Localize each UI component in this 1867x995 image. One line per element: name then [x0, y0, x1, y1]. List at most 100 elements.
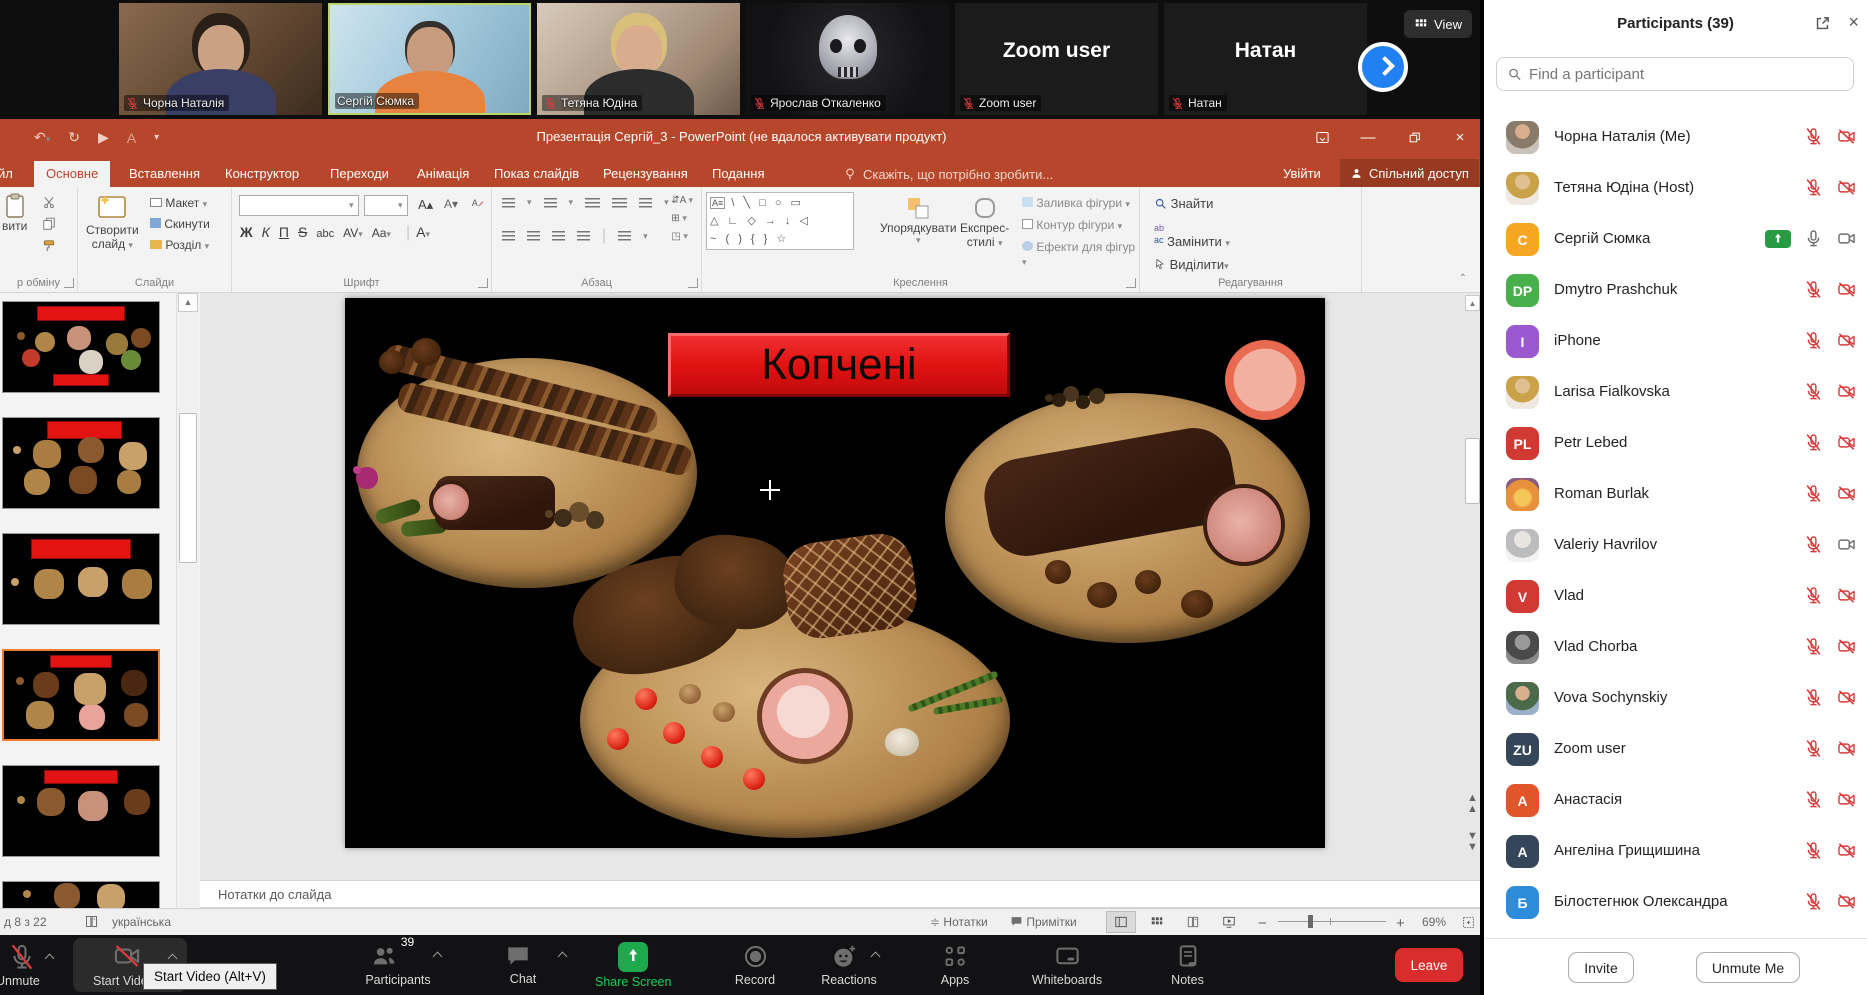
participant-row[interactable]: A Ангеліна Грищишина — [1484, 826, 1867, 877]
participant-row[interactable]: DP Dmytro Prashchuk — [1484, 265, 1867, 316]
participant-row[interactable]: Тетяна Юдіна (Host) — [1484, 163, 1867, 214]
clear-formatting-button[interactable]: A — [470, 196, 485, 211]
text-shadow-button[interactable]: abc — [316, 228, 334, 240]
language-status[interactable]: українська — [112, 915, 171, 929]
decrease-indent-button[interactable] — [585, 198, 600, 208]
video-tile[interactable]: Тетяна Юдіна — [537, 3, 740, 115]
close-icon[interactable]: × — [1848, 12, 1859, 33]
align-right-button[interactable] — [552, 231, 565, 241]
unmute-button[interactable]: Unmute — [4, 943, 40, 988]
shapes-gallery[interactable]: A≡ \ ╲ □ ○ ▭△ ∟ ◇ → ↓ ◁~ ( ) { } ☆ ▴▾≡ — [706, 192, 854, 250]
invite-button[interactable]: Invite — [1568, 952, 1634, 983]
tab-file[interactable]: йл — [0, 161, 25, 187]
collapse-ribbon-button[interactable]: ⌃ — [1459, 273, 1467, 284]
tab-slideshow[interactable]: Показ слайдів — [482, 161, 591, 187]
zoom-percentage[interactable]: 69% — [1422, 915, 1446, 929]
align-text-button[interactable]: ⊞ ▾ — [671, 213, 693, 224]
participant-row[interactable]: Б Білостегнюк Олександра — [1484, 877, 1867, 928]
ribbon-display-options-button[interactable] — [1299, 119, 1345, 156]
shape-outline-button[interactable]: Контур фігури ▾ — [1022, 218, 1139, 232]
next-slide-button[interactable]: ▼▼ — [1465, 831, 1480, 857]
notes-pane[interactable]: Нотатки до слайда — [200, 880, 1483, 908]
zoom-slider[interactable] — [1278, 921, 1386, 922]
chat-options-chevron[interactable] — [557, 952, 567, 962]
zoom-out-button[interactable]: − — [1258, 915, 1267, 932]
slide-thumbnail[interactable] — [2, 533, 160, 625]
justify-button[interactable] — [577, 231, 590, 241]
popout-icon[interactable] — [1814, 15, 1831, 32]
chat-button[interactable]: Chat — [495, 943, 575, 986]
cut-button[interactable] — [42, 195, 56, 209]
participant-row[interactable]: Чорна Наталія (Me) — [1484, 112, 1867, 163]
participant-search[interactable] — [1496, 57, 1854, 91]
video-tile[interactable]: Натан Натан — [1164, 3, 1367, 115]
tab-insert[interactable]: Вставлення — [117, 161, 212, 187]
next-videos-arrow-button[interactable] — [1358, 42, 1408, 92]
arrange-button[interactable]: Упорядкувати▾ — [880, 195, 957, 246]
video-options-chevron[interactable] — [168, 954, 178, 964]
reactions-options-chevron[interactable] — [871, 952, 881, 962]
shape-fill-button[interactable]: Заливка фігури ▾ — [1022, 196, 1139, 210]
tab-home[interactable]: Основне — [34, 161, 110, 187]
grow-font-button[interactable]: A▴ — [418, 197, 433, 213]
slide-thumbnail[interactable] — [2, 765, 160, 857]
bold-button[interactable]: Ж — [240, 224, 253, 240]
normal-view-button[interactable] — [1106, 911, 1136, 933]
search-input[interactable] — [1529, 66, 1843, 83]
bullets-button[interactable] — [502, 198, 515, 208]
slide-scrollbar[interactable]: ▲ ▲▲ ▼▼ — [1465, 293, 1481, 880]
video-tile-active-speaker[interactable]: Сергій Сюмка — [328, 3, 531, 115]
participant-row[interactable]: Vova Sochynskiy — [1484, 673, 1867, 724]
align-left-button[interactable] — [502, 231, 515, 241]
participants-options-chevron[interactable] — [433, 952, 443, 962]
font-name-input[interactable] — [239, 195, 359, 216]
convert-smartart-button[interactable]: ◳ ▾ — [671, 231, 693, 242]
video-tile[interactable]: Ярослав Откаленко — [746, 3, 949, 115]
paragraph-dialog-launcher[interactable] — [688, 278, 698, 288]
underline-button[interactable]: П — [279, 224, 289, 240]
share-screen-button[interactable]: Share Screen — [595, 942, 671, 989]
tell-me-search[interactable]: Скажіть, що потрібно зробити... — [843, 161, 1053, 187]
slide-thumbnail[interactable] — [2, 417, 160, 509]
share-button[interactable]: Спільний доступ — [1340, 159, 1479, 187]
apps-button[interactable]: Apps — [930, 943, 980, 987]
align-center-button[interactable] — [527, 231, 540, 241]
participant-row[interactable]: Larisa Fialkovska — [1484, 367, 1867, 418]
reset-button[interactable]: Скинути — [150, 217, 210, 231]
participant-row[interactable]: Roman Burlak — [1484, 469, 1867, 520]
paste-button[interactable]: вити — [2, 193, 27, 233]
tab-design[interactable]: Конструктор — [213, 161, 311, 187]
participant-row[interactable]: Vlad Chorba — [1484, 622, 1867, 673]
scroll-up-arrow[interactable]: ▲ — [178, 293, 198, 312]
restore-button[interactable] — [1391, 119, 1437, 156]
scroll-up-arrow[interactable]: ▲ — [1465, 295, 1480, 311]
slideshow-view-button[interactable] — [1214, 911, 1244, 933]
zoom-in-button[interactable]: + — [1396, 915, 1405, 932]
layout-button[interactable]: Макет ▾ — [150, 196, 210, 210]
participant-row[interactable]: I iPhone — [1484, 316, 1867, 367]
spellcheck-book-icon[interactable] — [84, 914, 99, 929]
tab-review[interactable]: Рецензування — [591, 161, 700, 187]
character-spacing-button[interactable]: AV▾ — [343, 226, 363, 240]
select-button[interactable]: Виділити▾ — [1154, 257, 1230, 272]
clipboard-dialog-launcher[interactable] — [64, 278, 74, 288]
view-button[interactable]: View — [1404, 10, 1472, 38]
format-painter-button[interactable] — [42, 239, 56, 253]
quick-styles-button[interactable]: Експрес- стилі ▾ — [960, 195, 1009, 249]
previous-slide-button[interactable]: ▲▲ — [1465, 793, 1480, 819]
new-slide-button[interactable]: Створити слайд ▾ — [86, 193, 139, 251]
change-case-button[interactable]: Aa▾ — [372, 226, 391, 240]
notes-button[interactable]: Notes — [1160, 943, 1215, 987]
whiteboards-button[interactable]: Whiteboards — [1022, 943, 1112, 987]
video-tile[interactable]: Zoom user Zoom user — [955, 3, 1158, 115]
font-color-button[interactable]: A▾ — [416, 224, 430, 240]
scrollbar-thumb[interactable] — [179, 413, 197, 563]
video-tile[interactable]: Чорна Наталія — [119, 3, 322, 115]
shape-effects-button[interactable]: Ефекти для фігур ▾ — [1022, 240, 1139, 268]
thumbnails-scrollbar[interactable]: ▲ — [176, 293, 198, 907]
participant-row[interactable]: А Анастасія — [1484, 775, 1867, 826]
sign-in-button[interactable]: Увійти — [1283, 161, 1321, 187]
tab-transitions[interactable]: Переходи — [318, 161, 401, 187]
italic-button[interactable]: К — [262, 224, 270, 240]
close-button[interactable]: × — [1437, 119, 1483, 156]
